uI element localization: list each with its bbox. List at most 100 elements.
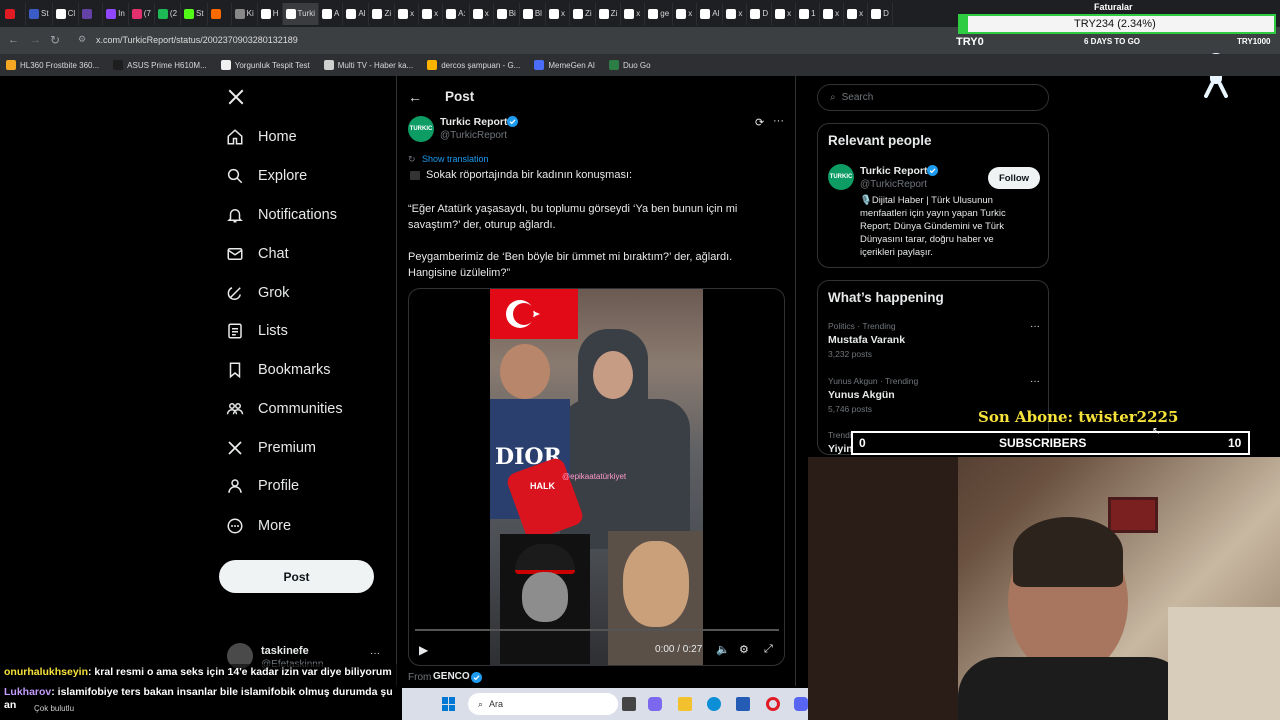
browser-tab[interactable]: Zi: [570, 2, 596, 25]
trend-more-icon[interactable]: ···: [1030, 321, 1040, 332]
browser-tab[interactable]: 1: [796, 2, 821, 25]
back-arrow-icon[interactable]: ←: [408, 89, 422, 105]
browser-tab[interactable]: (7: [129, 2, 155, 25]
browser-tab[interactable]: x: [673, 2, 698, 25]
browser-tab[interactable]: Bl: [520, 2, 546, 25]
nav-item-more[interactable]: More: [226, 512, 291, 540]
nav-item-profile[interactable]: Profile: [226, 472, 299, 500]
bookmark-item[interactable]: dercos şampuan - G...: [427, 60, 520, 70]
nav-item-bookmarks[interactable]: Bookmarks: [226, 356, 331, 384]
relevant-people-card: Relevant people TURKIC Turkic Report @Tu…: [817, 123, 1049, 268]
video-player[interactable]: DIOR HALK @epikaatatürkiyet ▶ 0:00 / 0:2…: [408, 288, 785, 666]
browser-tab[interactable]: x: [772, 2, 797, 25]
post-button[interactable]: Post: [219, 560, 374, 593]
back-icon[interactable]: ←: [8, 34, 19, 46]
browser-tab[interactable]: D: [747, 2, 773, 25]
x-logo-icon[interactable]: [227, 88, 245, 106]
browser-tab[interactable]: x: [723, 2, 748, 25]
nav-item-chat[interactable]: Chat: [226, 240, 289, 268]
author-avatar[interactable]: TURKIC: [408, 116, 434, 142]
browser-tab[interactable]: Zi: [369, 2, 396, 25]
browser-tab[interactable]: A:: [443, 2, 470, 25]
person-icon: [226, 477, 244, 495]
play-icon[interactable]: ▶: [419, 643, 428, 657]
bookmark-item[interactable]: ASUS Prime H610M...: [113, 60, 207, 70]
follow-button[interactable]: Follow: [988, 167, 1040, 189]
browser-tab[interactable]: A: [319, 2, 344, 25]
browser-tab[interactable]: x: [621, 2, 646, 25]
bookmark-item[interactable]: Duo Go: [609, 60, 651, 70]
tab-favicon-icon: [372, 8, 383, 19]
site-info-icon[interactable]: ⚙: [78, 34, 86, 45]
bookmark-favicon-icon: [534, 60, 545, 70]
browser-tab[interactable]: St: [26, 2, 53, 25]
bookmark-item[interactable]: Multi TV - Haber ka...: [323, 60, 413, 70]
nav-item-home[interactable]: Home: [226, 123, 297, 151]
store-icon[interactable]: [736, 697, 750, 711]
browser-tab[interactable]: In: [103, 2, 129, 25]
person-avatar[interactable]: TURKIC: [828, 164, 854, 190]
browser-tab[interactable]: Bi: [494, 2, 520, 25]
url-field[interactable]: x.com/TurkicReport/status/20023709032801…: [96, 35, 298, 45]
more-icon: [226, 517, 244, 535]
post-more-icon[interactable]: ···: [773, 115, 784, 127]
browser-tab[interactable]: H: [258, 2, 283, 25]
browser-tab[interactable]: [79, 2, 104, 25]
bookmark-item[interactable]: HL360 Frostbite 360...: [6, 60, 99, 70]
file-explorer-icon[interactable]: [678, 697, 692, 711]
browser-tab[interactable]: Turki: [282, 2, 319, 25]
nav-item-premium[interactable]: Premium: [226, 434, 316, 462]
bookmark-label: HL360 Frostbite 360...: [20, 60, 100, 70]
browser-tab[interactable]: x: [419, 2, 444, 25]
browser-tab[interactable]: ge: [645, 2, 674, 25]
browser-tab[interactable]: St: [181, 2, 208, 25]
volume-icon[interactable]: 🔈: [716, 643, 730, 656]
browser-tab[interactable]: Al: [697, 2, 724, 25]
browser-tab[interactable]: D: [868, 2, 893, 25]
settings-icon[interactable]: ⚙: [739, 643, 749, 656]
browser-tab[interactable]: x: [844, 2, 869, 25]
discord-icon[interactable]: [794, 697, 808, 711]
browser-tab[interactable]: Zi: [596, 2, 622, 25]
copilot-icon[interactable]: [648, 697, 662, 711]
bookmark-item[interactable]: MemeGen AI: [534, 60, 595, 70]
browser-tab[interactable]: [208, 2, 232, 25]
browser-tab[interactable]: Al: [343, 2, 370, 25]
forward-icon[interactable]: →: [30, 34, 41, 46]
person-name[interactable]: Turkic Report: [860, 165, 927, 177]
nav-item-communities[interactable]: Communities: [226, 395, 343, 423]
reload-icon[interactable]: ↻: [50, 33, 60, 47]
windows-start-icon[interactable]: [442, 697, 456, 711]
browser-tab[interactable]: Ki: [232, 2, 258, 25]
browser-tab[interactable]: x: [546, 2, 570, 25]
browser-tab[interactable]: (2: [155, 2, 182, 25]
browser-tab[interactable]: Cl: [53, 2, 80, 25]
task-view-icon[interactable]: [622, 697, 636, 711]
trend-more-icon[interactable]: ···: [1030, 376, 1040, 387]
show-translation-link[interactable]: Show translation: [422, 154, 489, 164]
edge-icon[interactable]: [707, 697, 721, 711]
browser-tab[interactable]: x: [820, 2, 845, 25]
search-input[interactable]: ⌕ Search: [817, 84, 1049, 111]
tab-favicon-icon: [700, 8, 711, 19]
bookmark-icon: [226, 361, 244, 379]
browser-tab[interactable]: x: [470, 2, 494, 25]
taskbar-search[interactable]: ⌕ Ara: [468, 693, 618, 715]
author-name[interactable]: Turkic Report: [440, 116, 507, 128]
nav-item-lists[interactable]: Lists: [226, 317, 288, 345]
bookmark-item[interactable]: Yorgunluk Tespit Test: [220, 60, 310, 70]
nav-item-explore[interactable]: Explore: [226, 162, 307, 190]
account-more-icon[interactable]: ···: [370, 648, 380, 659]
video-progress[interactable]: [415, 629, 779, 631]
fullscreen-icon[interactable]: ⤢: [764, 643, 773, 656]
from-name[interactable]: GENCO: [433, 671, 470, 682]
browser-tab[interactable]: x: [395, 2, 420, 25]
nav-item-notifications[interactable]: Notifications: [226, 201, 337, 229]
nav-item-grok[interactable]: Grok: [226, 279, 289, 307]
trend-item[interactable]: Politics · Trending Mustafa Varank 3,232 p…: [828, 321, 1040, 359]
opera-icon[interactable]: [766, 697, 780, 711]
x-icon: [226, 439, 244, 457]
browser-tab[interactable]: [2, 2, 26, 25]
grok-icon[interactable]: ⟳: [755, 116, 764, 129]
bookmark-favicon-icon: [113, 60, 124, 70]
